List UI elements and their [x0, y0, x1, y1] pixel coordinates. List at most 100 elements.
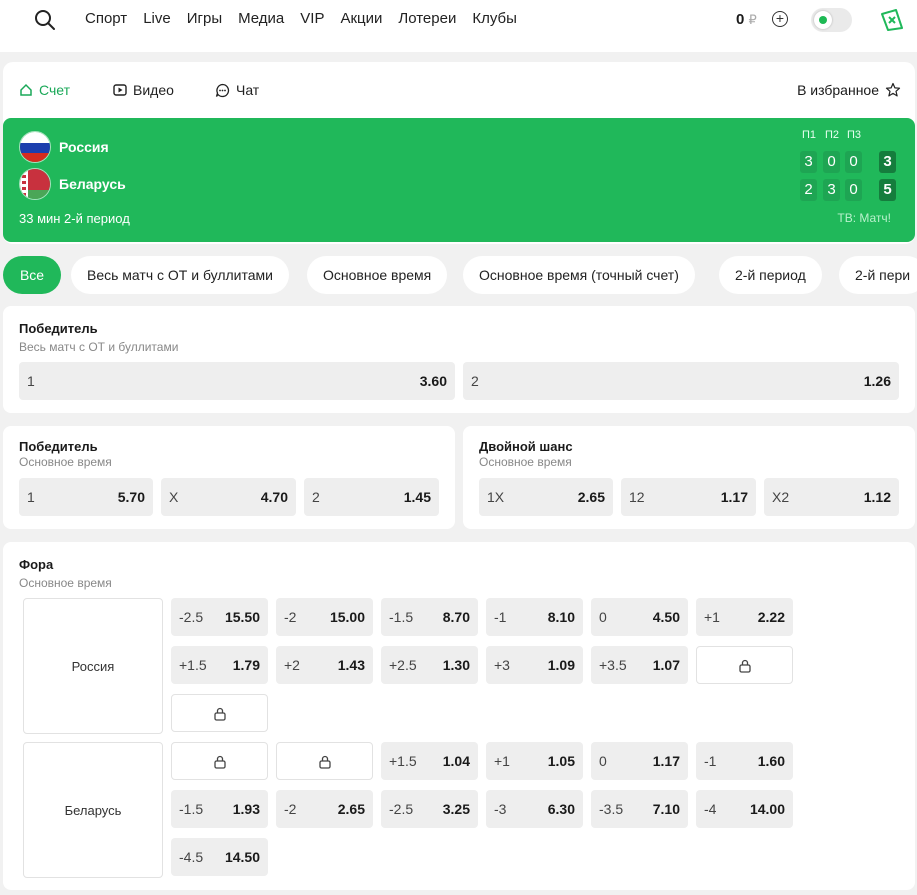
odd-button[interactable]: -1.5 1.93	[171, 790, 268, 828]
odd-button[interactable]: 1 3.60	[19, 362, 455, 400]
filter-chip-regular-time[interactable]: Основное время	[307, 256, 448, 294]
odd-button[interactable]: 1X 2.65	[479, 478, 613, 516]
odd-button[interactable]: -2.5 15.50	[171, 598, 268, 636]
belarus-flag-icon	[19, 168, 51, 200]
nav-link-promos[interactable]: Акции	[340, 10, 382, 27]
odd-button[interactable]: +1.5 1.04	[381, 742, 478, 780]
odd-value: 1.60	[757, 753, 785, 769]
odd-button[interactable]: -2.5 3.25	[381, 790, 478, 828]
filter-chip-period-2[interactable]: 2-й период	[719, 256, 822, 294]
odd-value: 2.65	[337, 801, 365, 817]
odd-value: 8.10	[547, 609, 575, 625]
odd-value: 1.43	[337, 657, 365, 673]
odd-button[interactable]: +1 1.05	[486, 742, 583, 780]
odd-value: 1.30	[442, 657, 470, 673]
filter-chip-period-2-more[interactable]: 2-й пери	[839, 256, 917, 294]
filter-chip-full-match[interactable]: Весь матч с ОТ и буллитами	[71, 256, 289, 294]
russia-flag-icon	[19, 131, 51, 163]
odd-value: 4.50	[652, 609, 680, 625]
market-title: Победитель	[19, 321, 98, 336]
nav-link-sport[interactable]: Спорт	[85, 10, 127, 27]
add-to-favorites-button[interactable]: В избранное	[797, 82, 901, 98]
search-icon[interactable]	[34, 9, 56, 31]
odd-value: 1.04	[442, 753, 470, 769]
theme-toggle[interactable]	[811, 8, 852, 32]
odd-button[interactable]: 0 1.17	[591, 742, 688, 780]
team1-period1-score: 3	[800, 151, 817, 173]
odd-label: X2	[772, 489, 790, 505]
odd-button[interactable]: 2 1.26	[463, 362, 899, 400]
odd-label: X	[169, 489, 179, 505]
odd-label: +1.5	[389, 753, 417, 769]
favorites-label: В избранное	[797, 82, 879, 98]
odd-button[interactable]: -2 15.00	[276, 598, 373, 636]
team1-row: Россия	[19, 131, 109, 163]
odd-button[interactable]: -4.5 14.50	[171, 838, 268, 876]
team2-row: Беларусь	[19, 168, 126, 200]
team1-name: Россия	[59, 139, 109, 155]
odd-value: 3.25	[442, 801, 470, 817]
odd-button[interactable]: +1 2.22	[696, 598, 793, 636]
nav-link-live[interactable]: Live	[143, 10, 171, 27]
market-double-chance: Двойной шанс Основное время 1X 2.65 12 1…	[463, 426, 915, 529]
odd-button[interactable]: -3.5 7.10	[591, 790, 688, 828]
team1-total-score: 3	[879, 151, 896, 173]
market-subtitle: Весь матч с ОТ и буллитами	[19, 340, 179, 354]
odd-button[interactable]: 1 5.70	[19, 478, 153, 516]
tab-video[interactable]: Видео	[113, 82, 174, 98]
locked-odd	[171, 694, 268, 732]
odd-button[interactable]: +2 1.43	[276, 646, 373, 684]
odd-button[interactable]: -3 6.30	[486, 790, 583, 828]
odd-label: -4.5	[179, 849, 204, 865]
balance-currency: ₽	[748, 12, 757, 27]
nav-link-games[interactable]: Игры	[187, 10, 222, 27]
odd-value: 1.93	[232, 801, 260, 817]
nav-link-media[interactable]: Медиа	[238, 10, 284, 27]
filter-chip-exact-score[interactable]: Основное время (точный счет)	[463, 256, 695, 294]
odd-label: +2	[284, 657, 300, 673]
handicap-team2-label: Беларусь	[23, 742, 163, 878]
market-winner-full: Победитель Весь матч с ОТ и буллитами 1 …	[3, 306, 915, 413]
star-icon	[885, 82, 901, 97]
odd-button[interactable]: +3.5 1.07	[591, 646, 688, 684]
odd-button[interactable]: -1 8.10	[486, 598, 583, 636]
tab-score[interactable]: Счет	[19, 82, 70, 98]
betslip-icon[interactable]	[879, 8, 905, 32]
tab-chat[interactable]: Чат	[215, 82, 259, 98]
odd-button[interactable]: -1 1.60	[696, 742, 793, 780]
balance[interactable]: 0 ₽	[736, 11, 757, 28]
deposit-plus-icon[interactable]: +	[772, 11, 788, 27]
odd-button[interactable]: -2 2.65	[276, 790, 373, 828]
odd-value: 3.60	[419, 373, 447, 389]
odd-value: 14.50	[224, 849, 260, 865]
period-header-3: П3	[847, 129, 862, 141]
odd-label: 0	[599, 609, 607, 625]
odd-button[interactable]: -4 14.00	[696, 790, 793, 828]
odd-button[interactable]: +2.5 1.30	[381, 646, 478, 684]
lock-icon	[214, 707, 226, 721]
odd-value: 15.50	[224, 609, 260, 625]
odd-button[interactable]: 2 1.45	[304, 478, 439, 516]
locked-odd	[276, 742, 373, 780]
tv-channel: ТВ: Матч!	[837, 211, 891, 225]
odd-button[interactable]: X2 1.12	[764, 478, 899, 516]
home-icon	[20, 83, 32, 96]
odd-value: 1.09	[547, 657, 575, 673]
odd-button[interactable]: -1.5 8.70	[381, 598, 478, 636]
odd-label: 2	[312, 489, 320, 505]
filter-chip-all[interactable]: Все	[3, 256, 61, 294]
odd-button[interactable]: 0 4.50	[591, 598, 688, 636]
odd-button[interactable]: +1.5 1.79	[171, 646, 268, 684]
nav-link-vip[interactable]: VIP	[300, 10, 324, 27]
odd-label: -4	[704, 801, 717, 817]
team1-period2-score: 0	[823, 151, 840, 173]
nav-link-lotteries[interactable]: Лотереи	[398, 10, 456, 27]
main-nav: Спорт Live Игры Медиа VIP Акции Лотереи …	[85, 10, 533, 27]
odd-button[interactable]: 12 1.17	[621, 478, 756, 516]
odd-button[interactable]: +3 1.09	[486, 646, 583, 684]
odd-label: -1.5	[179, 801, 204, 817]
odd-label: -2	[284, 609, 297, 625]
odd-value: 1.26	[863, 373, 891, 389]
odd-button[interactable]: X 4.70	[161, 478, 296, 516]
nav-link-clubs[interactable]: Клубы	[472, 10, 517, 27]
